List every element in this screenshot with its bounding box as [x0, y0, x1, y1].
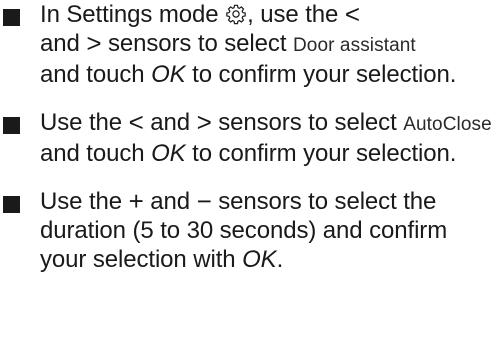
step-text: sensors to select — [108, 30, 287, 57]
step-text: Use the — [40, 109, 123, 136]
step-text: and touch — [40, 61, 145, 88]
step-text: sensors to select — [218, 109, 397, 136]
right-sensor-symbol: > — [86, 28, 102, 58]
step-text: , use the — [247, 1, 339, 28]
right-sensor-symbol: > — [196, 107, 212, 137]
left-sensor-symbol: < — [344, 0, 360, 29]
step-text: to confirm your selection. — [192, 61, 457, 88]
step-text: . — [276, 246, 284, 273]
instruction-step-3: Use the + and − sensors to select the du… — [0, 187, 493, 274]
instruction-list: In Settings mode , use the < and > senso… — [0, 0, 493, 274]
step-text: In Settings mode — [40, 1, 219, 28]
ok-key-label: OK — [151, 140, 186, 167]
instruction-step-1: In Settings mode , use the < and > senso… — [0, 0, 493, 89]
step-text: to confirm your selection. — [192, 140, 457, 167]
bullet-marker — [3, 117, 20, 134]
instruction-step-2: Use the < and > sensors to select AutoCl… — [0, 108, 493, 168]
display-text-autoclose: AutoClose — [403, 114, 492, 135]
step-text: Use the — [40, 188, 123, 215]
minus-sensor-symbol: − — [196, 186, 212, 216]
ok-key-label: OK — [242, 246, 277, 273]
display-text-door-assistant: Door assistant — [292, 35, 416, 56]
left-sensor-symbol: < — [128, 107, 144, 137]
step-text: and touch — [40, 140, 145, 167]
ok-key-label: OK — [151, 61, 186, 88]
step-text: and — [40, 30, 80, 57]
plus-sensor-symbol: + — [128, 186, 144, 216]
gear-icon — [226, 4, 246, 25]
bullet-marker — [3, 9, 20, 26]
step-text: and — [150, 188, 191, 215]
bullet-marker — [3, 196, 20, 213]
step-text: and — [150, 109, 191, 136]
